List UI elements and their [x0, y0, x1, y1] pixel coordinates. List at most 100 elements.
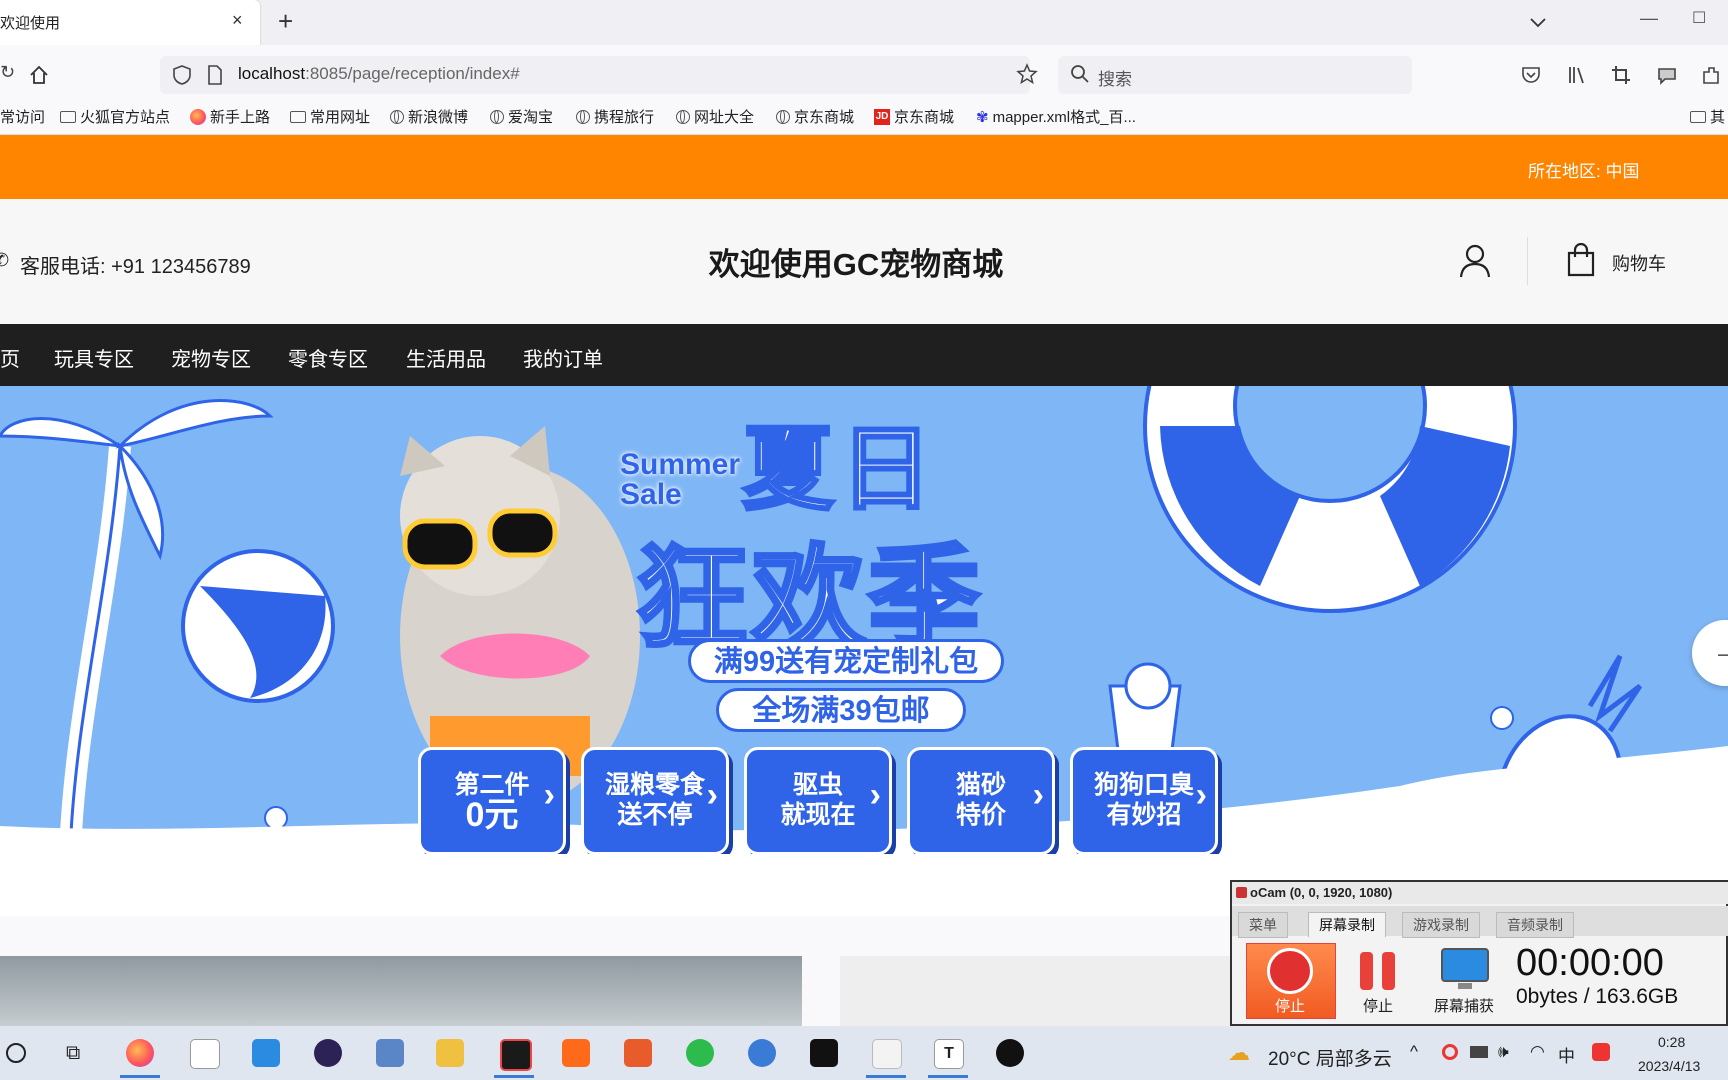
bookmark-item[interactable]: 携程旅行: [576, 106, 654, 127]
page-info-icon[interactable]: [206, 64, 224, 91]
eclipse-taskbar-icon[interactable]: [314, 1039, 342, 1067]
ocam-tray-icon[interactable]: [1442, 1044, 1458, 1060]
ime-indicator[interactable]: 中: [1558, 1042, 1575, 1067]
active-indicator: [928, 1075, 968, 1078]
app-taskbar-icon[interactable]: [252, 1039, 280, 1067]
pause-icon[interactable]: [1358, 950, 1398, 997]
media-taskbar-icon[interactable]: [562, 1039, 590, 1067]
extensions-icon[interactable]: [1700, 64, 1722, 86]
wifi-icon[interactable]: ◠: [1530, 1042, 1545, 1062]
region-bar: [0, 135, 1728, 199]
promo-card[interactable]: 驱虫 就现在 ›: [744, 747, 892, 855]
folder-taskbar-icon[interactable]: [436, 1039, 464, 1067]
product-image[interactable]: [840, 956, 1240, 1026]
bookmark-item[interactable]: 火狐官方站点: [60, 106, 170, 127]
shopping-bag-icon[interactable]: [1566, 242, 1596, 282]
clock-date[interactable]: 2023/4/13: [1638, 1058, 1700, 1074]
sogou-icon[interactable]: [1592, 1043, 1610, 1061]
window-minimize-icon[interactable]: —: [1640, 8, 1658, 29]
qq-taskbar-icon[interactable]: [996, 1039, 1024, 1067]
search-placeholder[interactable]: 搜索: [1098, 65, 1132, 90]
promo-card[interactable]: 狗狗口臭 有妙招 ›: [1070, 747, 1218, 855]
screenshot-crop-icon[interactable]: [1610, 64, 1632, 86]
site-title: 欢迎使用GC宠物商城: [708, 247, 1004, 282]
battery-icon[interactable]: [1470, 1046, 1488, 1058]
typora-taskbar-icon[interactable]: T: [934, 1039, 964, 1069]
banner-sub-2: 全场满39包邮: [716, 688, 966, 732]
tab-title[interactable]: 欢迎使用: [0, 12, 60, 33]
cart-link[interactable]: 购物车: [1612, 250, 1666, 276]
product-image[interactable]: [0, 956, 802, 1026]
bookmark-item[interactable]: 网址大全: [676, 106, 754, 127]
ocam-taskbar-icon[interactable]: [872, 1039, 902, 1069]
tab-list-chevron-icon[interactable]: [1530, 12, 1546, 33]
wechat-taskbar-icon[interactable]: [686, 1039, 714, 1067]
summer-sale-text: Summer Sale: [620, 448, 741, 511]
record-icon: [1267, 948, 1313, 994]
ocam-tab-audio[interactable]: 音频录制: [1496, 912, 1574, 938]
task-view-icon[interactable]: ⧉: [66, 1042, 80, 1065]
ocam-size: 0bytes / 163.6GB: [1516, 985, 1679, 1008]
bookmark-item[interactable]: ✾ mapper.xml格式_百...: [976, 106, 1136, 127]
chat-icon[interactable]: [1656, 64, 1678, 86]
globe-icon: [676, 109, 690, 124]
bookmark-item[interactable]: 新手上路: [190, 106, 270, 127]
capcut-taskbar-icon[interactable]: [810, 1039, 838, 1067]
region-label[interactable]: 所在地区: 中国: [1528, 157, 1639, 182]
user-icon[interactable]: [1458, 243, 1492, 284]
globe-icon: [776, 109, 790, 124]
globe-icon: [576, 109, 590, 124]
promo-card[interactable]: 湿粮零食 送不停 ›: [581, 747, 729, 855]
file-taskbar-icon[interactable]: [190, 1039, 220, 1069]
arrow-right-icon: →: [1712, 634, 1728, 667]
window-maximize-icon[interactable]: ☐: [1692, 8, 1706, 28]
bookmark-item[interactable]: 常访问: [0, 106, 45, 127]
promo-card[interactable]: 第二件 0元 ›: [418, 747, 566, 855]
ocam-app-icon: [1236, 887, 1247, 898]
weather-text[interactable]: 20°C 局部多云: [1268, 1044, 1392, 1071]
bookmark-item[interactable]: 新浪微博: [390, 106, 468, 127]
ocam-tab-game[interactable]: 游戏录制: [1402, 912, 1480, 938]
network-taskbar-icon[interactable]: [748, 1039, 776, 1067]
baidu-paw-icon: ✾: [976, 108, 989, 126]
banner-sub-1: 满99送有宠定制礼包: [688, 639, 1004, 683]
nav-orders[interactable]: 我的订单: [523, 343, 603, 372]
main-nav: [0, 324, 1728, 386]
ocam-tab-screen[interactable]: 屏幕录制: [1308, 912, 1386, 937]
bookmark-star-icon[interactable]: [1016, 63, 1038, 90]
home-icon[interactable]: [28, 64, 50, 91]
new-tab-button[interactable]: +: [278, 6, 293, 37]
reload-icon[interactable]: ↻: [0, 62, 15, 83]
firefox-taskbar-icon[interactable]: [126, 1039, 154, 1067]
nav-pets[interactable]: 宠物专区: [171, 343, 251, 372]
hbuilder-taskbar-icon[interactable]: [624, 1039, 652, 1067]
library-icon[interactable]: [1566, 64, 1588, 86]
folder-icon: [1690, 110, 1706, 123]
bookmark-item[interactable]: JD 京东商城: [874, 106, 954, 127]
chevron-right-icon: ›: [706, 776, 718, 814]
bookmark-item[interactable]: 常用网址: [290, 106, 370, 127]
volume-icon[interactable]: 🕪: [1498, 1042, 1509, 1062]
firefox-icon: [190, 108, 206, 125]
bookmark-item[interactable]: 京东商城: [776, 106, 854, 127]
search-circle-icon[interactable]: [6, 1043, 26, 1063]
chevron-right-icon: ›: [869, 776, 881, 814]
monitor-icon[interactable]: [1440, 947, 1490, 998]
dolphin-taskbar-icon[interactable]: [376, 1039, 404, 1067]
url-text[interactable]: localhost:8085/page/reception/index#: [238, 64, 520, 84]
pocket-icon[interactable]: [1520, 64, 1542, 86]
bookmark-item-other[interactable]: 其: [1690, 106, 1725, 127]
ocam-tab-menu[interactable]: 菜单: [1238, 912, 1288, 938]
bookmark-item[interactable]: 爱淘宝: [490, 106, 553, 127]
nav-living[interactable]: 生活用品: [406, 343, 486, 372]
nav-toys[interactable]: 玩具专区: [54, 343, 134, 372]
nav-snacks[interactable]: 零食专区: [288, 343, 368, 372]
tray-chevron-icon[interactable]: ^: [1410, 1042, 1418, 1062]
clock-time[interactable]: 0:28: [1658, 1034, 1685, 1050]
promo-card[interactable]: 猫砂 特价 ›: [907, 747, 1055, 855]
shield-icon[interactable]: [172, 64, 192, 91]
tab-close-icon[interactable]: ×: [232, 10, 243, 31]
search-icon: [1070, 64, 1090, 89]
intellij-taskbar-icon[interactable]: [500, 1039, 532, 1071]
nav-home[interactable]: 页: [0, 343, 20, 372]
